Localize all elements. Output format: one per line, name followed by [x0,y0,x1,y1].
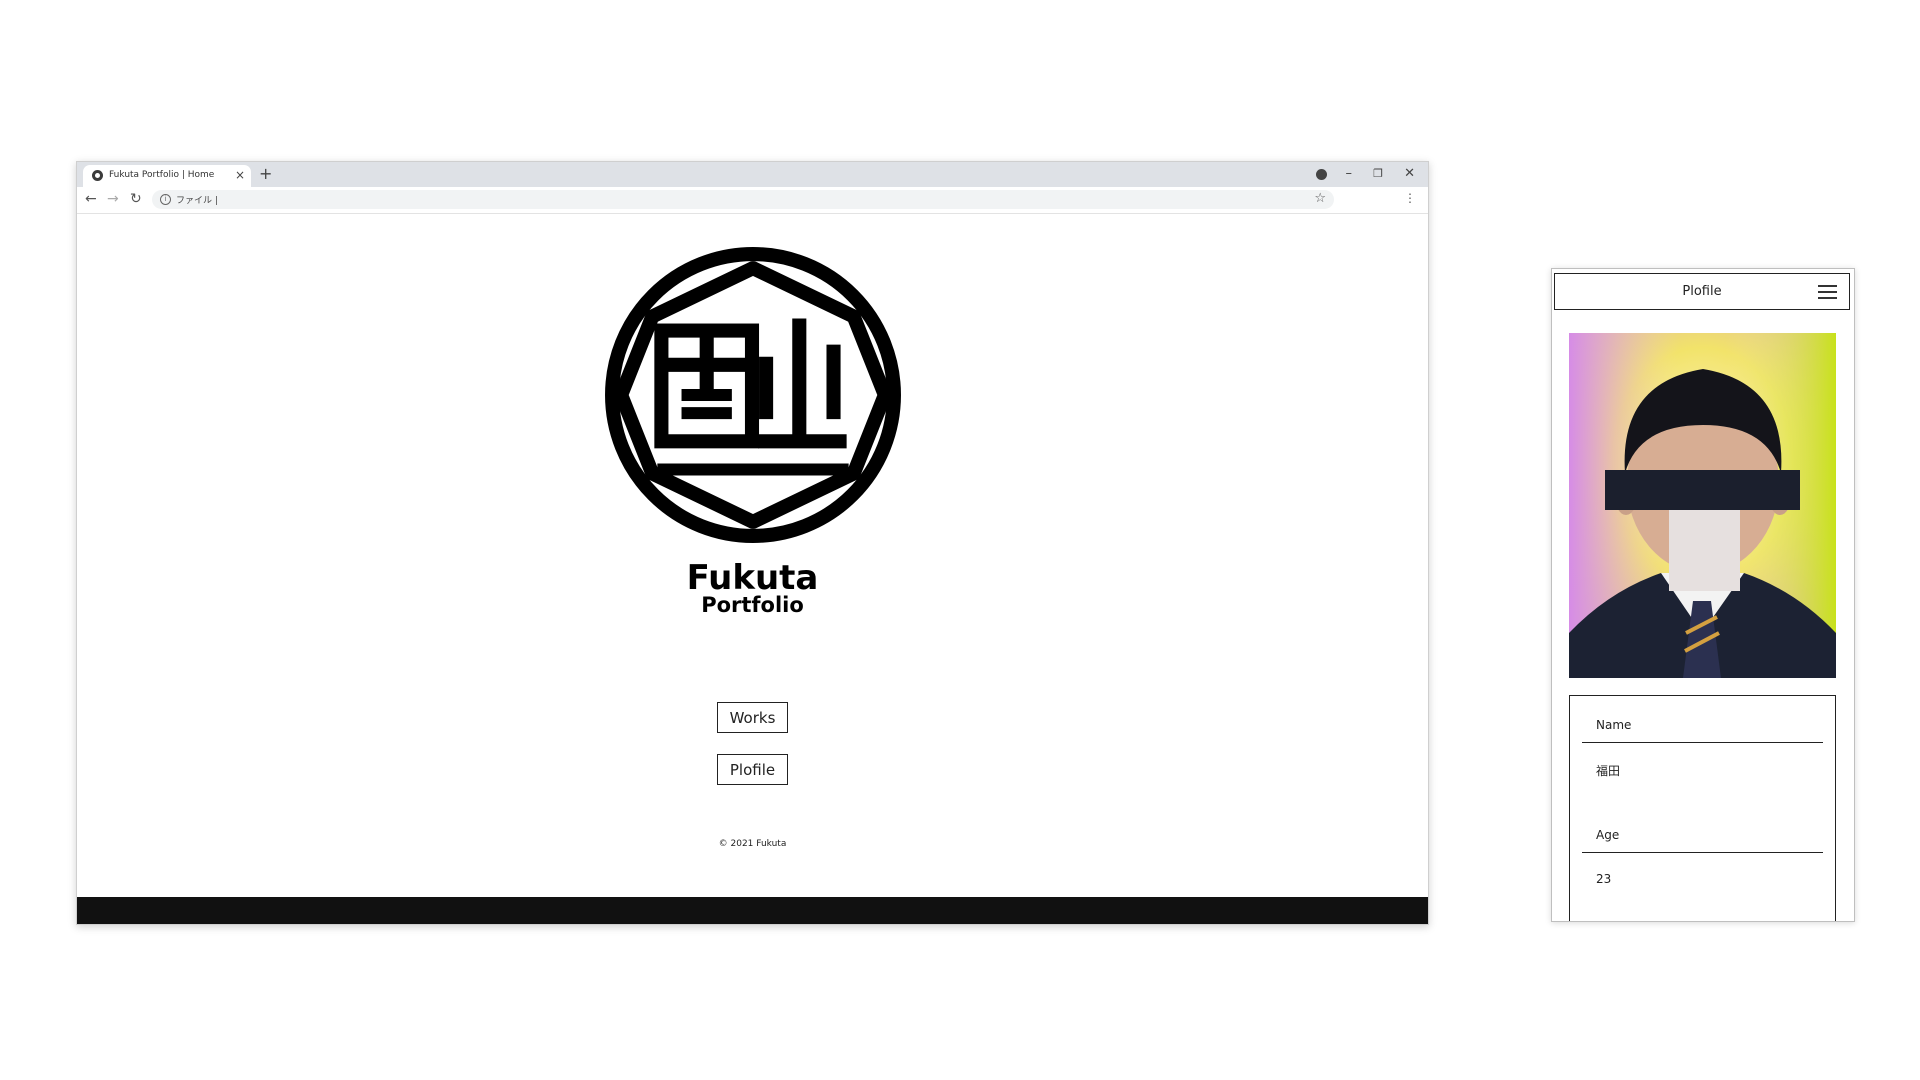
mobile-profile-screen: Plofile Name 福田 Age 23 [1551,268,1855,922]
browser-tab[interactable]: Fukuta Portfolio | Home × [83,165,251,187]
page-viewport: Fukuta Portfolio Works Plofile © 2021 Fu… [77,214,1428,924]
circular-family-crest-logo [605,247,901,543]
browser-menu-icon[interactable]: ⋮ [1404,191,1416,205]
minimize-button[interactable]: – [1346,166,1353,182]
reload-icon[interactable]: ↻ [130,191,142,207]
desktop-browser-window: Fukuta Portfolio | Home × + – ❐ ✕ ← → ↻ … [76,161,1429,925]
browser-toolbar: ← → ↻ i ファイル | ☆ ⋮ [77,187,1428,214]
name-divider [1582,742,1823,743]
age-label: Age [1596,828,1620,842]
favicon-icon [92,170,103,181]
bookmark-star-icon[interactable]: ☆ [1314,191,1326,206]
profile-info-card: Name 福田 Age 23 [1569,695,1836,921]
works-button[interactable]: Works [717,702,788,733]
tab-close-icon[interactable]: × [235,168,245,182]
mobile-header: Plofile [1554,273,1850,310]
tab-title: Fukuta Portfolio | Home [109,170,215,180]
hamburger-icon[interactable] [1818,285,1837,299]
address-bar[interactable]: i ファイル | ☆ [152,190,1334,209]
name-value: 福田 [1596,764,1621,778]
footer-bar [77,897,1428,924]
maximize-button[interactable]: ❐ [1373,166,1383,182]
new-tab-button[interactable]: + [259,165,272,183]
age-value: 23 [1596,872,1612,886]
mobile-page-title: Plofile [1682,284,1722,299]
info-icon[interactable]: i [160,194,171,205]
name-label: Name [1596,718,1632,732]
forward-arrow-icon[interactable]: → [107,191,119,207]
address-text: ファイル | [176,196,218,206]
account-icon[interactable] [1316,169,1327,180]
copyright-text: © 2021 Fukuta [718,839,787,849]
site-subtitle: Portfolio [701,593,804,617]
profile-photo [1569,333,1836,678]
close-window-button[interactable]: ✕ [1404,166,1415,182]
back-arrow-icon[interactable]: ← [85,191,97,207]
plofile-button[interactable]: Plofile [717,754,788,785]
site-title: Fukuta [686,558,819,598]
age-divider [1582,852,1823,853]
tab-strip: Fukuta Portfolio | Home × + – ❐ ✕ [77,162,1428,187]
